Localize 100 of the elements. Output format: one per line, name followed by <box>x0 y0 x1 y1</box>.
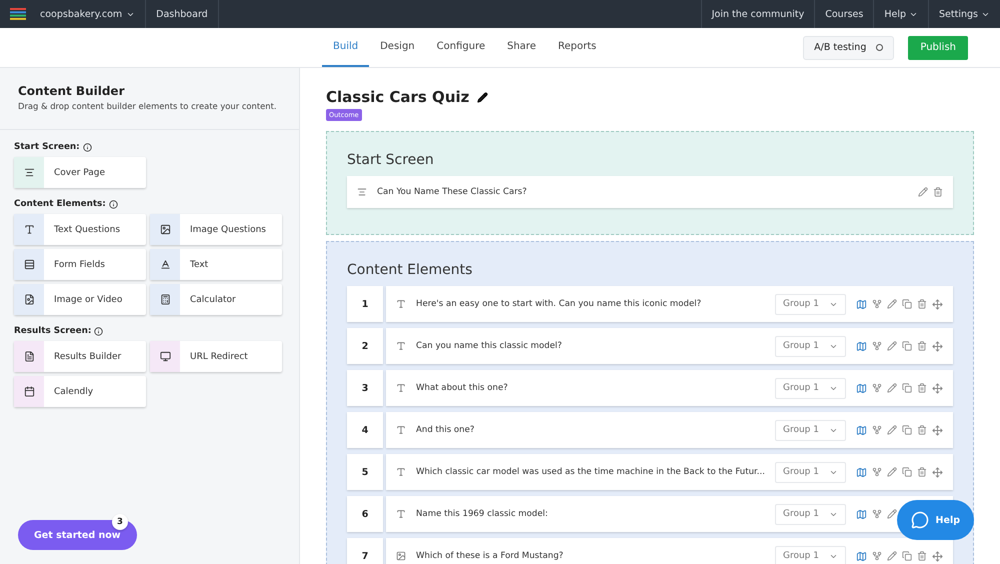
text-icon <box>396 509 406 519</box>
info-icon[interactable] <box>82 142 92 152</box>
builder-element-card[interactable]: Cover Page <box>14 157 146 188</box>
builder-element-card[interactable]: Text <box>150 249 282 280</box>
zone-title: Start Screen <box>347 152 435 168</box>
zone-title: Content Elements <box>347 262 474 278</box>
delete-icon[interactable] <box>917 424 927 434</box>
element-label: Cover Page <box>53 168 106 178</box>
info-icon[interactable] <box>94 326 104 336</box>
element-label: Image or Video <box>53 294 122 304</box>
move-icon[interactable] <box>932 424 943 436</box>
ab-testing-label: A/B testing <box>814 42 866 53</box>
move-icon[interactable] <box>932 550 943 562</box>
dashboard-link[interactable]: Dashboard <box>146 0 219 28</box>
rows-icon <box>24 259 34 270</box>
element-label: Text <box>189 260 208 270</box>
builder-element-card[interactable]: Form Fields <box>14 249 146 280</box>
question-text: Can you name this classic model? <box>416 341 563 351</box>
image-icon <box>160 224 170 235</box>
text-icon <box>396 425 406 435</box>
nav-tab[interactable]: Design <box>369 28 426 67</box>
group-select[interactable]: Group 1 <box>775 294 846 314</box>
delete-icon[interactable] <box>933 187 943 197</box>
site-selector[interactable]: coopsbakery.com <box>40 8 122 20</box>
branch-icon[interactable] <box>872 508 882 518</box>
map-icon[interactable] <box>856 508 867 520</box>
cover-item-card[interactable]: Can You Name These Classic Cars? <box>347 176 953 208</box>
delete-icon[interactable] <box>917 382 927 392</box>
branch-icon[interactable] <box>872 550 882 560</box>
delete-icon[interactable] <box>917 340 927 350</box>
question-card[interactable]: Which classic car model was used as the time machine in the Back to the Futur... Group 1 <box>386 454 953 490</box>
branch-icon[interactable] <box>872 340 882 350</box>
map-icon[interactable] <box>856 382 867 394</box>
question-card[interactable]: And this one? Group 1 <box>386 412 953 448</box>
copy-icon[interactable] <box>902 466 912 476</box>
move-icon[interactable] <box>932 466 943 478</box>
move-icon[interactable] <box>932 340 943 352</box>
map-icon[interactable] <box>856 298 867 310</box>
group-select[interactable]: Group 1 <box>775 420 846 440</box>
top-nav-link[interactable]: Courses <box>814 0 874 28</box>
section-title: Results Screen: <box>14 326 92 336</box>
question-card[interactable]: What about this one? Group 1 <box>386 370 953 406</box>
element-label: Calendly <box>53 386 94 396</box>
document-icon <box>24 351 34 362</box>
delete-icon[interactable] <box>917 298 927 308</box>
builder-element-card[interactable]: Results Builder <box>14 341 146 372</box>
sidebar-subtitle: Drag & drop content builder elements to create your content. <box>18 101 278 111</box>
copy-icon[interactable] <box>902 424 912 434</box>
group-select[interactable]: Group 1 <box>775 546 846 564</box>
builder-element-card[interactable]: Image Questions <box>150 214 282 245</box>
copy-icon[interactable] <box>902 382 912 392</box>
question-number: 5 <box>347 454 383 490</box>
question-text: Here's an easy one to start with. Can you name this iconic model? <box>416 299 702 309</box>
map-icon[interactable] <box>856 466 867 478</box>
move-icon[interactable] <box>932 382 943 394</box>
builder-element-card[interactable]: Calendly <box>14 376 146 407</box>
branch-icon[interactable] <box>872 298 882 308</box>
group-select[interactable]: Group 1 <box>775 378 846 398</box>
question-number: 7 <box>347 538 383 564</box>
builder-element-card[interactable]: URL Redirect <box>150 341 282 372</box>
builder-element-card[interactable]: Text Questions <box>14 214 146 245</box>
branch-icon[interactable] <box>872 466 882 476</box>
element-label: Image Questions <box>189 224 266 234</box>
nav-tab[interactable]: Share <box>496 28 547 67</box>
question-text: Which classic car model was used as the time machine in the Back to the Futur... <box>416 467 765 477</box>
group-select[interactable]: Group 1 <box>775 336 846 356</box>
text-icon <box>396 299 406 309</box>
question-number: 6 <box>347 496 383 532</box>
map-icon[interactable] <box>856 550 867 562</box>
group-select[interactable]: Group 1 <box>775 462 846 482</box>
delete-icon[interactable] <box>917 466 927 476</box>
copy-icon[interactable] <box>902 340 912 350</box>
move-icon[interactable] <box>932 298 943 310</box>
nav-tab[interactable]: Reports <box>546 28 608 67</box>
branch-icon[interactable] <box>872 382 882 392</box>
sidebar-title: Content Builder <box>18 84 126 98</box>
builder-element-card[interactable]: Image or Video <box>14 284 146 315</box>
map-icon[interactable] <box>856 340 867 352</box>
map-icon[interactable] <box>856 424 867 436</box>
nav-tab[interactable]: Build <box>322 28 370 67</box>
question-card[interactable]: Here's an easy one to start with. Can you name this iconic model? Group 1 <box>386 286 953 322</box>
info-icon[interactable] <box>108 200 118 208</box>
ab-testing-toggle[interactable]: A/B testing <box>803 36 894 60</box>
copy-icon[interactable] <box>902 550 912 560</box>
question-card[interactable]: Can you name this classic model? Group 1 <box>386 328 953 364</box>
delete-icon[interactable] <box>917 550 927 560</box>
top-nav-link[interactable]: Join the community <box>700 0 814 28</box>
builder-element-card[interactable]: Calculator <box>150 284 282 315</box>
top-nav-link[interactable]: Settings <box>928 0 1000 28</box>
top-nav-link[interactable]: Help <box>873 0 928 28</box>
element-label: Text Questions <box>53 224 120 234</box>
nav-tab[interactable]: Configure <box>426 28 496 67</box>
element-label: URL Redirect <box>189 352 248 362</box>
group-select[interactable]: Group 1 <box>775 504 846 524</box>
section-title: Start Screen: <box>14 142 80 152</box>
copy-icon[interactable] <box>902 298 912 308</box>
question-card[interactable]: Which of these is a Ford Mustang? Group 1 <box>386 538 953 564</box>
logo-icon <box>10 8 26 20</box>
edit-icon[interactable] <box>477 92 488 102</box>
branch-icon[interactable] <box>872 424 882 434</box>
